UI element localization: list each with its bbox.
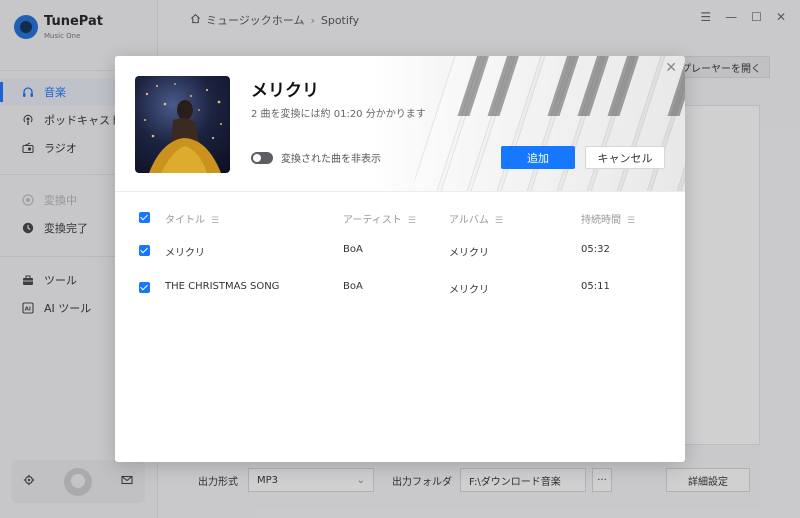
track-checkbox[interactable] [139,245,150,256]
track-album: メリクリ [449,285,489,296]
sort-icon[interactable]: ☰ [627,216,635,226]
track-artist: BoA [343,281,363,292]
track-title: THE CHRISTMAS SONG [165,281,280,292]
column-header-label: アルバム [449,215,489,226]
hide-converted-label: 変換された曲を非表示 [281,154,381,165]
sort-icon[interactable]: ☰ [408,216,416,226]
cancel-button[interactable]: キャンセル [585,146,665,169]
track-title: メリクリ [165,248,205,259]
column-header-album[interactable]: アルバム ☰ [449,211,503,226]
dialog-title: メリクリ [251,81,319,101]
track-duration: 05:32 [581,244,610,255]
column-header-duration[interactable]: 持続時間 ☰ [581,211,635,226]
column-header-label: アーティスト [343,215,402,226]
track-album: メリクリ [449,248,489,259]
dialog-close-icon[interactable]: ✕ [665,60,677,76]
column-header-label: 持続時間 [581,215,621,226]
track-artist: BoA [343,244,363,255]
track-checkbox[interactable] [139,282,150,293]
album-cover [135,76,230,173]
hide-converted-toggle[interactable] [251,152,273,164]
add-songs-dialog: ✕ メリクリ 2 曲を変換には約 01:20 分かかります 変換された曲を非表示… [115,56,685,462]
sort-icon[interactable]: ☰ [211,216,219,226]
column-header-artist[interactable]: アーティスト ☰ [343,211,416,226]
select-all-checkbox[interactable] [139,212,150,223]
dialog-subtitle: 2 曲を変換には約 01:20 分かかります [251,109,426,120]
column-header-title[interactable]: タイトル ☰ [165,211,219,226]
add-button[interactable]: 追加 [501,146,575,169]
track-duration: 05:11 [581,281,610,292]
dialog-header: ✕ メリクリ 2 曲を変換には約 01:20 分かかります 変換された曲を非表示… [115,56,685,192]
sort-icon[interactable]: ☰ [495,216,503,226]
column-header-label: タイトル [165,215,205,226]
piano-keys-decoration [415,56,685,191]
